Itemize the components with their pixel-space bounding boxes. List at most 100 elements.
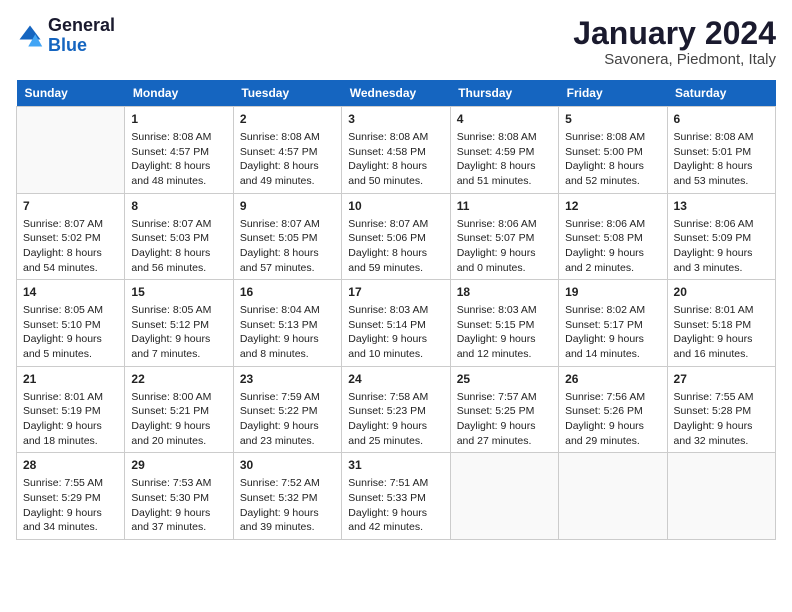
sunrise-text: Sunrise: 7:58 AM [348,390,443,405]
sunset-text: Sunset: 5:05 PM [240,231,335,246]
sunset-text: Sunset: 5:02 PM [23,231,118,246]
daylight-text: Daylight: 9 hours and 3 minutes. [674,246,769,275]
sunset-text: Sunset: 5:26 PM [565,404,660,419]
calendar-cell: 29 Sunrise: 7:53 AMSunset: 5:30 PMDayligh… [125,453,233,540]
daylight-text: Daylight: 9 hours and 37 minutes. [131,506,226,535]
daylight-text: Daylight: 9 hours and 14 minutes. [565,332,660,361]
calendar-cell: 21 Sunrise: 8:01 AMSunset: 5:19 PMDayligh… [17,366,125,453]
day-number: 13 [674,198,769,215]
calendar-cell: 14Sunrise: 8:05 AMSunset: 5:10 PMDayligh… [17,280,125,367]
calendar-header: SundayMondayTuesdayWednesdayThursdayFrid… [17,80,776,107]
daylight-text: Daylight: 8 hours and 59 minutes. [348,246,443,275]
calendar-cell: 1Sunrise: 8:08 AMSunset: 4:57 PMDaylight… [125,107,233,194]
calendar-cell: 22Sunrise: 8:00 AMSunset: 5:21 PMDayligh… [125,366,233,453]
calendar-cell: 8Sunrise: 8:07 AMSunset: 5:03 PMDaylight… [125,193,233,280]
daylight-text: Daylight: 9 hours and 10 minutes. [348,332,443,361]
day-number: 15 [131,284,226,301]
sunset-text: Sunset: 4:58 PM [348,145,443,160]
sunset-text: Sunset: 5:29 PM [23,491,118,506]
sunset-text: Sunset: 5:09 PM [674,231,769,246]
calendar-cell: 31Sunrise: 7:51 AMSunset: 5:33 PMDayligh… [342,453,450,540]
sunrise-text: Sunrise: 8:08 AM [457,130,552,145]
calendar-table: SundayMondayTuesdayWednesdayThursdayFrid… [16,80,776,540]
calendar-week-row: 14Sunrise: 8:05 AMSunset: 5:10 PMDayligh… [17,280,776,367]
day-number: 27 [674,371,769,388]
sunrise-text: Sunrise: 8:01 AM [23,390,118,405]
daylight-text: Daylight: 9 hours and 23 minutes. [240,419,335,448]
sunset-text: Sunset: 4:57 PM [131,145,226,160]
day-number: 25 [457,371,552,388]
calendar-cell: 2Sunrise: 8:08 AMSunset: 4:57 PMDaylight… [233,107,341,194]
sunrise-text: Sunrise: 8:08 AM [565,130,660,145]
sunrise-text: Sunrise: 7:51 AM [348,476,443,491]
day-number: 17 [348,284,443,301]
day-number: 10 [348,198,443,215]
sunrise-text: Sunrise: 8:06 AM [457,217,552,232]
daylight-text: Daylight: 9 hours and 16 minutes. [674,332,769,361]
logo-text: General Blue [48,16,115,56]
weekday-header-wednesday: Wednesday [342,80,450,107]
logo-icon [16,22,44,50]
calendar-cell: 23Sunrise: 7:59 AMSunset: 5:22 PMDayligh… [233,366,341,453]
logo-general: General [48,15,115,35]
month-title: January 2024 [573,16,776,51]
sunset-text: Sunset: 5:19 PM [23,404,118,419]
sunrise-text: Sunrise: 8:00 AM [131,390,226,405]
sunrise-text: Sunrise: 8:08 AM [348,130,443,145]
daylight-text: Daylight: 9 hours and 8 minutes. [240,332,335,361]
sunrise-text: Sunrise: 7:55 AM [674,390,769,405]
weekday-header-monday: Monday [125,80,233,107]
sunset-text: Sunset: 5:22 PM [240,404,335,419]
sunset-text: Sunset: 5:28 PM [674,404,769,419]
sunrise-text: Sunrise: 8:07 AM [131,217,226,232]
day-number: 14 [23,284,118,301]
weekday-header-sunday: Sunday [17,80,125,107]
sunrise-text: Sunrise: 8:07 AM [348,217,443,232]
calendar-body: 1Sunrise: 8:08 AMSunset: 4:57 PMDaylight… [17,107,776,540]
sunset-text: Sunset: 5:07 PM [457,231,552,246]
daylight-text: Daylight: 8 hours and 48 minutes. [131,159,226,188]
day-number: 29 [131,457,226,474]
daylight-text: Daylight: 9 hours and 0 minutes. [457,246,552,275]
weekday-header-thursday: Thursday [450,80,558,107]
daylight-text: Daylight: 9 hours and 7 minutes. [131,332,226,361]
sunset-text: Sunset: 5:18 PM [674,318,769,333]
calendar-cell: 13Sunrise: 8:06 AMSunset: 5:09 PMDayligh… [667,193,775,280]
location: Savonera, Piedmont, Italy [573,51,776,68]
day-number: 11 [457,198,552,215]
sunset-text: Sunset: 5:30 PM [131,491,226,506]
page-header: General Blue January 2024 Savonera, Pied… [16,16,776,68]
daylight-text: Daylight: 9 hours and 29 minutes. [565,419,660,448]
sunrise-text: Sunrise: 8:02 AM [565,303,660,318]
calendar-cell: 7Sunrise: 8:07 AMSunset: 5:02 PMDaylight… [17,193,125,280]
daylight-text: Daylight: 9 hours and 34 minutes. [23,506,118,535]
day-number: 9 [240,198,335,215]
day-number: 2 [240,111,335,128]
day-number: 30 [240,457,335,474]
calendar-cell: 11 Sunrise: 8:06 AMSunset: 5:07 PMDayligh… [450,193,558,280]
sunrise-text: Sunrise: 8:08 AM [674,130,769,145]
daylight-text: Daylight: 8 hours and 50 minutes. [348,159,443,188]
sunset-text: Sunset: 5:03 PM [131,231,226,246]
calendar-cell: 18Sunrise: 8:03 AMSunset: 5:15 PMDayligh… [450,280,558,367]
calendar-cell: 5Sunrise: 8:08 AMSunset: 5:00 PMDaylight… [559,107,667,194]
daylight-text: Daylight: 8 hours and 54 minutes. [23,246,118,275]
day-number: 5 [565,111,660,128]
day-number: 3 [348,111,443,128]
calendar-cell: 17Sunrise: 8:03 AMSunset: 5:14 PMDayligh… [342,280,450,367]
sunrise-text: Sunrise: 8:05 AM [131,303,226,318]
sunrise-text: Sunrise: 7:52 AM [240,476,335,491]
day-number: 21 [23,371,118,388]
sunrise-text: Sunrise: 7:53 AM [131,476,226,491]
calendar-cell: 20Sunrise: 8:01 AMSunset: 5:18 PMDayligh… [667,280,775,367]
sunrise-text: Sunrise: 8:03 AM [457,303,552,318]
daylight-text: Daylight: 9 hours and 18 minutes. [23,419,118,448]
sunset-text: Sunset: 5:33 PM [348,491,443,506]
logo: General Blue [16,16,115,56]
daylight-text: Daylight: 8 hours and 57 minutes. [240,246,335,275]
sunset-text: Sunset: 5:01 PM [674,145,769,160]
sunrise-text: Sunrise: 8:07 AM [23,217,118,232]
calendar-cell: 30Sunrise: 7:52 AMSunset: 5:32 PMDayligh… [233,453,341,540]
sunset-text: Sunset: 5:06 PM [348,231,443,246]
day-number: 1 [131,111,226,128]
